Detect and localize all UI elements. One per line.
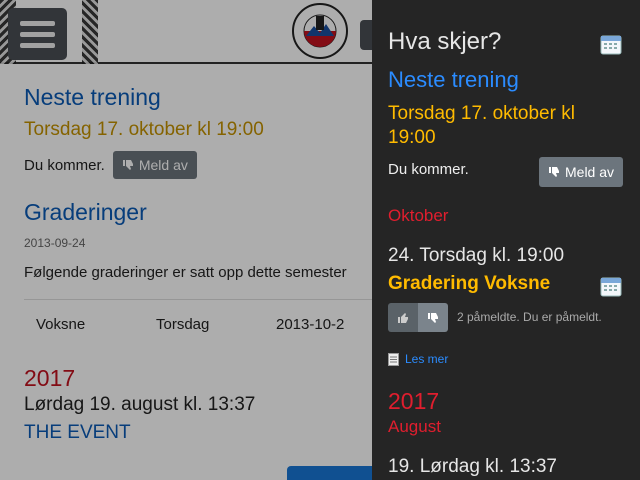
panel-next-training-heading[interactable]: Neste trening [388,67,519,93]
document-icon [388,352,399,366]
attend-button-group [388,303,448,332]
add-to-calendar-icon[interactable] [600,275,622,297]
attend-button[interactable] [388,303,418,332]
thumbs-down-icon [428,312,438,323]
read-more-label: Les mer [405,352,449,366]
month-heading-august: August [388,417,441,436]
signup-count: 2 påmeldte. Du er påmeldt. [457,310,602,324]
read-more-link[interactable]: Les mer [388,352,448,366]
panel-unsubscribe-label: Meld av [565,164,615,180]
whats-on-panel: Hva skjer? Neste trening Torsdag 17. okt… [372,0,640,480]
thumbs-up-icon [398,312,408,323]
panel-title: Hva skjer? [388,28,502,55]
calendar-icon[interactable] [600,33,622,55]
event-date-october: 24. Torsdag kl. 19:00 [388,245,565,266]
panel-year: 2017 [388,388,440,414]
panel-unsubscribe-button[interactable]: Meld av [539,157,624,187]
thumbs-down-icon [549,167,559,177]
decline-button[interactable] [418,303,448,332]
event-title-gradering[interactable]: Gradering Voksne [388,273,550,295]
month-heading-october: Oktober [388,206,449,225]
panel-next-training-time: Torsdag 17. oktober kl 19:00 [388,103,575,148]
event-date-august: 19. Lørdag kl. 13:37 [388,456,557,477]
panel-attendance-status: Du kommer. [388,161,469,178]
